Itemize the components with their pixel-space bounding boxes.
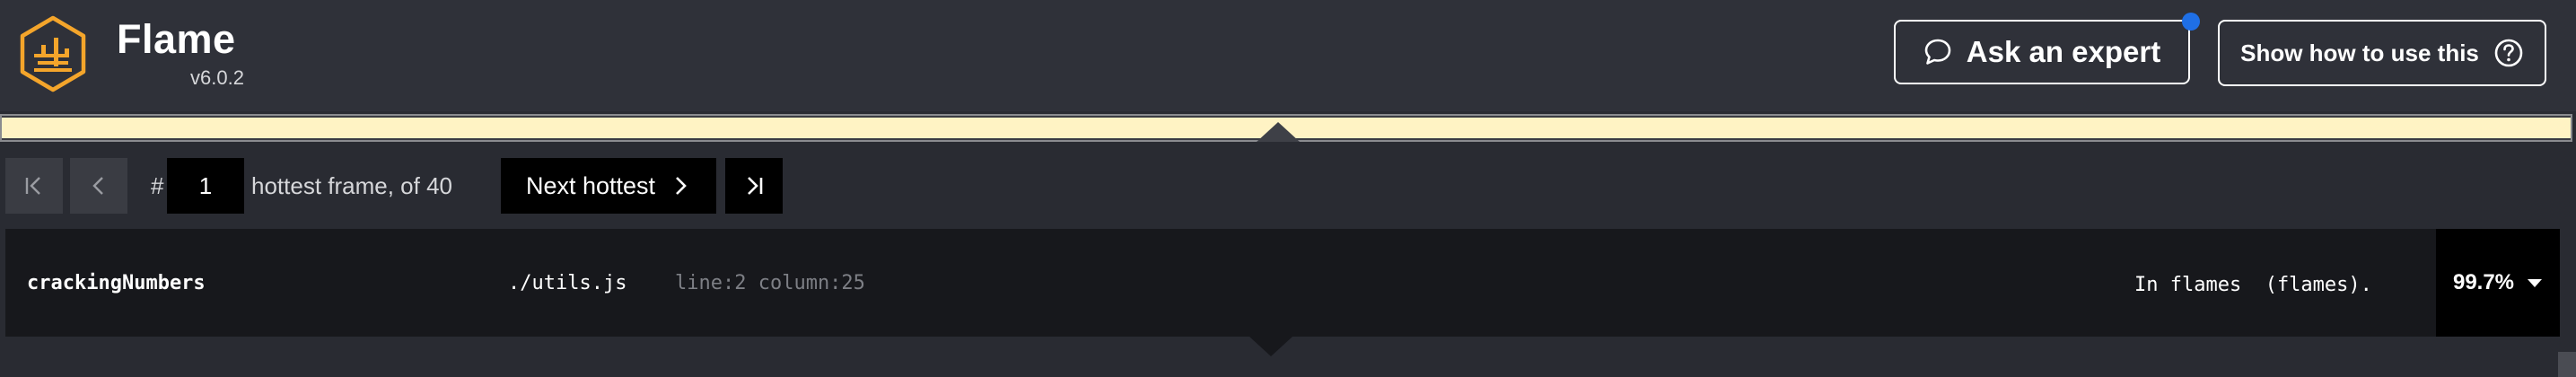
hottest-frame-count: hottest frame, of 40	[251, 172, 453, 199]
selection-pointer-icon	[1257, 122, 1300, 142]
chevron-left-icon	[92, 177, 103, 195]
chevron-right-icon	[676, 177, 687, 195]
source-file-link[interactable]: ./utils.js	[508, 272, 626, 294]
frame-number-input[interactable]	[167, 158, 244, 214]
chat-bubble-icon	[1924, 39, 1951, 65]
app-version: v6.0.2	[190, 66, 244, 89]
first-frame-icon	[25, 177, 40, 195]
last-frame-icon	[748, 177, 763, 195]
ask-expert-button[interactable]: Ask an expert	[1894, 20, 2190, 84]
first-frame-button[interactable]	[5, 158, 63, 214]
percentage-dropdown[interactable]: 99.7%	[2436, 229, 2560, 337]
percentage-value: 99.7%	[2452, 270, 2515, 294]
source-location: line:2 column:25	[675, 272, 865, 294]
next-hottest-label: Next hottest	[525, 171, 656, 199]
show-how-button[interactable]: Show how to use this	[2218, 20, 2546, 86]
show-how-label: Show how to use this	[2240, 39, 2479, 66]
frame-number-hash: #	[151, 172, 164, 199]
notification-dot	[2182, 13, 2200, 31]
next-hottest-button[interactable]: Next hottest	[501, 158, 716, 214]
frame-info-panel: crackingNumbers ./utils.js line:2 column…	[5, 229, 2560, 337]
app-title: Flame	[117, 16, 236, 62]
scrollbar[interactable]	[2558, 352, 2576, 377]
last-frame-button[interactable]	[725, 158, 783, 214]
previous-frame-button[interactable]	[70, 158, 127, 214]
frame-pointer-icon	[1249, 337, 1292, 356]
question-circle-icon	[2494, 39, 2523, 67]
function-name: crackingNumbers	[27, 272, 206, 294]
flame-logo-icon	[20, 15, 86, 92]
ask-expert-label: Ask an expert	[1966, 35, 2161, 68]
frame-source-info: In flames (flames).	[2134, 274, 2372, 296]
caret-down-icon	[2528, 279, 2543, 287]
